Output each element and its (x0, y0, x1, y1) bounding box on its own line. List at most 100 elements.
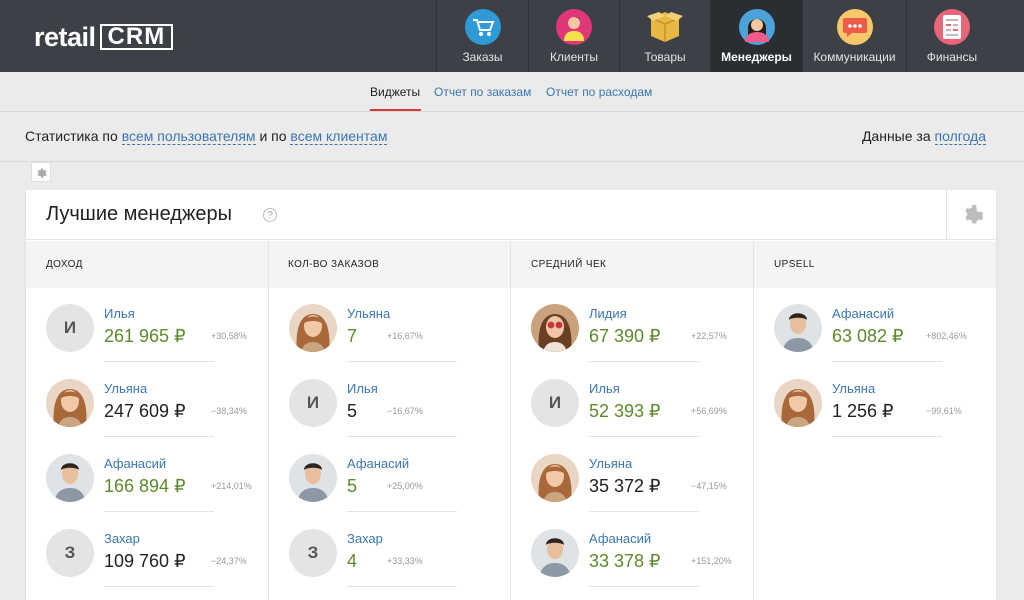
avatar-photo (531, 454, 579, 502)
widget-title: Лучшие менеджеры (46, 203, 232, 225)
tab-widgets[interactable]: Виджеты (370, 85, 420, 99)
main-nav: Заказы Клиенты Товары Менеджеры Коммуник… (436, 0, 997, 72)
nav-label: Товары (644, 50, 686, 64)
entry-divider (832, 436, 942, 437)
nav-item-finance[interactable]: Финансы (906, 0, 997, 72)
metric-value: 261 965 ₽ (104, 326, 186, 346)
manager-name-link[interactable]: Лидия (589, 306, 627, 321)
avatar: И (289, 379, 337, 427)
column-title-upsell: UPSELL (774, 259, 815, 270)
clients-filter-link[interactable]: всем клиентам (290, 128, 388, 145)
manager-entry: Афанасий 63 082 ₽ +802,46% (774, 304, 1004, 379)
column-title-income: ДОХОД (46, 259, 83, 270)
metric-value: 4 (347, 551, 358, 571)
manager-name-link[interactable]: Афанасий (832, 306, 894, 321)
avatar-photo (46, 379, 94, 427)
avatar: И (46, 304, 94, 352)
manager-entry: З Захар 4 +33,33% (289, 529, 519, 600)
nav-item-clients[interactable]: Клиенты (528, 0, 619, 72)
change-percent: −47,15% (691, 481, 727, 491)
nav-item-communications[interactable]: Коммуникации (802, 0, 906, 72)
change-percent: +214,01% (211, 481, 252, 491)
users-filter-link[interactable]: всем пользователям (121, 128, 256, 145)
help-icon[interactable]: ? (263, 208, 277, 222)
entry-divider (589, 511, 699, 512)
top-navigation-bar: retail CRM Заказы Клиенты Товары Менедже… (0, 0, 1024, 72)
column-headers: ДОХОД КОЛ-ВО ЗАКАЗОВ СРЕДНИЙ ЧЕК UPSELL (26, 241, 996, 288)
manager-name-link[interactable]: Ульяна (589, 456, 632, 471)
period-prefix-text: Данные за (861, 128, 931, 144)
product-box-icon (647, 9, 683, 45)
widget-settings-button[interactable] (946, 190, 996, 240)
avatar-photo (289, 454, 337, 502)
logo-text: retail (34, 21, 96, 52)
retailcrm-logo[interactable]: retail CRM (34, 21, 174, 52)
logo-crm-text: CRM (99, 23, 174, 50)
change-percent: +16,67% (387, 331, 423, 341)
entry-divider (589, 361, 699, 362)
change-percent: −99,61% (926, 406, 962, 416)
metric-value: 33 378 ₽ (589, 551, 661, 571)
manager-entry: Афанасий 33 378 ₽ +151,20% (531, 529, 761, 600)
nav-label: Финансы (926, 50, 978, 64)
manager-name-link[interactable]: Афанасий (347, 456, 409, 471)
change-percent: −16,67% (387, 406, 423, 416)
nav-item-orders[interactable]: Заказы (436, 0, 528, 72)
filter-prefix-text: Статистика по (25, 128, 118, 144)
change-percent: +25,00% (387, 481, 423, 491)
tab-expenses-report[interactable]: Отчет по расходам (546, 85, 652, 99)
avatar-photo (531, 304, 579, 352)
sub-tabs: Виджеты Отчет по заказам Отчет по расход… (0, 72, 1024, 112)
metric-value: 109 760 ₽ (104, 551, 186, 571)
finance-document-icon (934, 9, 970, 45)
entry-divider (832, 361, 942, 362)
avatar-photo (774, 304, 822, 352)
manager-name-link[interactable]: Ульяна (104, 381, 147, 396)
metric-value: 67 390 ₽ (589, 326, 661, 346)
manager-name-link[interactable]: Илья (347, 381, 378, 396)
metric-value: 166 894 ₽ (104, 476, 186, 496)
manager-entry: Ульяна 1 256 ₽ −99,61% (774, 379, 1004, 454)
entry-divider (104, 436, 214, 437)
avatar: З (46, 529, 94, 577)
manager-name-link[interactable]: Илья (104, 306, 135, 321)
gear-icon (964, 205, 983, 224)
avatar-photo (289, 304, 337, 352)
manager-entry: И Илья 52 393 ₽ +56,69% (531, 379, 761, 454)
nav-item-products[interactable]: Товары (619, 0, 710, 72)
period-filter-link[interactable]: полгода (934, 128, 986, 145)
metric-value: 247 609 ₽ (104, 401, 186, 421)
tab-orders-report[interactable]: Отчет по заказам (434, 85, 531, 99)
manager-name-link[interactable]: Афанасий (589, 531, 651, 546)
column-title-avg-check: СРЕДНИЙ ЧЕК (531, 259, 607, 270)
metric-value: 5 (347, 401, 358, 421)
manager-name-link[interactable]: Ульяна (347, 306, 390, 321)
manager-name-link[interactable]: Илья (589, 381, 620, 396)
metric-value: 35 372 ₽ (589, 476, 661, 496)
widget-header: Лучшие менеджеры ? (26, 190, 996, 240)
best-managers-widget: Лучшие менеджеры ? ДОХОД КОЛ-ВО ЗАКАЗОВ … (26, 190, 996, 600)
manager-entry: Афанасий 5 +25,00% (289, 454, 519, 529)
client-person-icon (556, 9, 592, 45)
entry-divider (589, 586, 699, 587)
manager-name-link[interactable]: Захар (347, 531, 383, 546)
manager-name-link[interactable]: Афанасий (104, 456, 166, 471)
column-title-orders: КОЛ-ВО ЗАКАЗОВ (288, 259, 380, 270)
manager-entry: И Илья 5 −16,67% (289, 379, 519, 454)
statistics-filter: Статистика по всем пользователям и по вс… (25, 128, 388, 145)
manager-entry: Ульяна 35 372 ₽ −47,15% (531, 454, 761, 529)
widgets-settings-button[interactable] (31, 162, 51, 182)
manager-person-icon (738, 9, 775, 45)
change-percent: +802,46% (926, 331, 967, 341)
nav-label: Коммуникации (813, 50, 896, 64)
entry-divider (104, 361, 214, 362)
manager-name-link[interactable]: Захар (104, 531, 140, 546)
change-percent: +33,33% (387, 556, 423, 566)
metric-value: 1 256 ₽ (832, 401, 894, 421)
entry-divider (347, 586, 457, 587)
nav-item-managers[interactable]: Менеджеры (710, 0, 802, 72)
avatar: И (531, 379, 579, 427)
manager-entry: Ульяна 247 609 ₽ −38,34% (46, 379, 276, 454)
change-percent: −38,34% (211, 406, 247, 416)
manager-name-link[interactable]: Ульяна (832, 381, 875, 396)
